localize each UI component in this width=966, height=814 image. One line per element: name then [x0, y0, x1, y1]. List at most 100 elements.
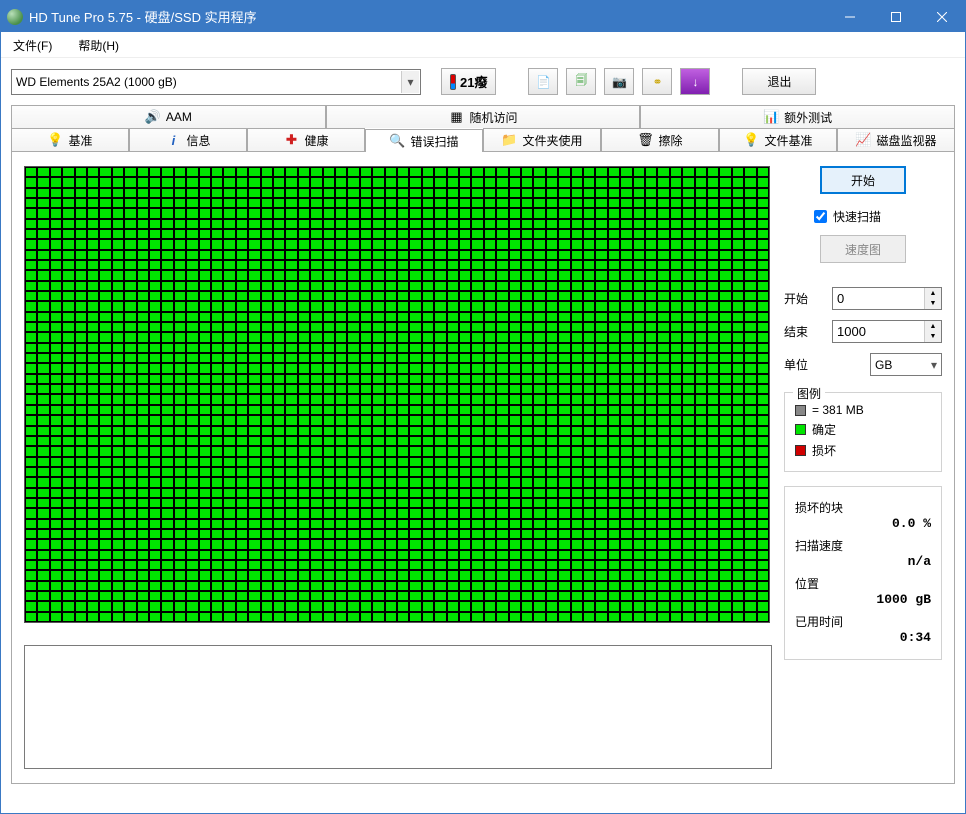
toolbar: WD Elements 25A2 (1000 gB) ▾ 21癈 📄 🗐 📷 ⚭…	[1, 57, 965, 105]
start-label: 开始	[784, 290, 824, 307]
copy-screenshot-button[interactable]: 🗐	[566, 68, 596, 95]
tab-aam[interactable]: 🔊 AAM	[11, 105, 326, 128]
spin-down[interactable]: ▼	[925, 332, 941, 343]
legend-block-size: = 381 MB	[812, 403, 864, 417]
drive-selected-text: WD Elements 25A2 (1000 gB)	[16, 75, 177, 89]
start-scan-button[interactable]: 开始	[820, 166, 906, 194]
unit-label: 单位	[784, 356, 824, 373]
legend-group: 图例 = 381 MB 确定 损坏	[784, 392, 942, 472]
legend-bad-icon	[795, 445, 806, 456]
tabs-row-1: 🔊 AAM ▦ 随机访问 📊 额外测试	[11, 105, 955, 128]
quick-scan-label: 快速扫描	[833, 208, 881, 225]
right-pane: 开始 快速扫描 速度图 开始 ▲▼ 结束	[784, 166, 942, 769]
menu-file[interactable]: 文件(F)	[9, 35, 56, 56]
scan-speed-label: 扫描速度	[795, 537, 931, 554]
menubar: 文件(F) 帮助(H)	[1, 32, 965, 57]
spin-down[interactable]: ▼	[925, 299, 941, 310]
app-icon	[7, 9, 23, 25]
monitor-icon: 📈	[855, 132, 871, 148]
scan-speed-value: n/a	[795, 554, 931, 569]
camera-icon: 📷	[612, 75, 627, 89]
tab-erase[interactable]: 🗑 擦除	[601, 128, 719, 151]
tab-label: 基准	[68, 132, 92, 149]
extra-icon: 📊	[763, 109, 779, 125]
minimize-button[interactable]	[827, 1, 873, 32]
health-icon: ✚	[283, 132, 299, 148]
tab-label: 信息	[186, 132, 210, 149]
random-icon: ▦	[449, 109, 465, 125]
legend-ok-icon	[795, 424, 806, 435]
quick-scan-checkbox[interactable]	[814, 210, 827, 223]
error-scan-panel: 开始 快速扫描 速度图 开始 ▲▼ 结束	[11, 151, 955, 784]
start-spinbox[interactable]: ▲▼	[832, 287, 942, 310]
tab-extra-tests[interactable]: 📊 额外测试	[640, 105, 955, 128]
block-grid	[24, 166, 770, 623]
window-title: HD Tune Pro 5.75 - 硬盘/SSD 实用程序	[29, 7, 827, 26]
speaker-icon: 🔊	[145, 109, 161, 125]
tab-file-benchmark[interactable]: 💡 文件基准	[719, 128, 837, 151]
tab-label: 擦除	[658, 132, 682, 149]
tab-label: 文件基准	[764, 132, 812, 149]
left-pane	[24, 166, 772, 769]
results-list[interactable]	[24, 645, 772, 769]
tab-label: 错误扫描	[410, 133, 458, 150]
end-label: 结束	[784, 323, 824, 340]
thermometer-icon	[450, 74, 456, 90]
tab-benchmark[interactable]: 💡 基准	[11, 128, 129, 151]
speed-map-button: 速度图	[820, 235, 906, 263]
position-value: 1000 gB	[795, 592, 931, 607]
tab-random-access[interactable]: ▦ 随机访问	[326, 105, 641, 128]
tab-error-scan[interactable]: 🔍 错误扫描	[365, 129, 483, 152]
end-input[interactable]	[833, 321, 924, 342]
spin-up[interactable]: ▲	[925, 288, 941, 299]
trash-icon: 🗑	[637, 132, 653, 148]
tab-info[interactable]: i 信息	[129, 128, 247, 151]
tab-label: AAM	[166, 110, 192, 124]
screenshot-button[interactable]: 📷	[604, 68, 634, 95]
tabs-row-2: 💡 基准 i 信息 ✚ 健康 🔍 错误扫描 📁 文件夹使用 🗑 擦除 💡 文件基…	[11, 128, 955, 151]
exit-button[interactable]: 退出	[742, 68, 816, 95]
window-buttons	[827, 1, 965, 32]
temperature-indicator[interactable]: 21癈	[441, 68, 496, 95]
temperature-value: 21癈	[460, 72, 487, 91]
link-icon: ⚭	[652, 75, 662, 89]
elapsed-label: 已用时间	[795, 613, 931, 630]
download-icon: ↓	[692, 75, 698, 89]
legend-ok-label: 确定	[812, 421, 836, 438]
bad-blocks-label: 损坏的块	[795, 499, 931, 516]
magnifier-icon: 🔍	[389, 133, 405, 149]
legend-title: 图例	[793, 385, 825, 402]
options-button[interactable]: ⚭	[642, 68, 672, 95]
stats-group: 损坏的块 0.0 % 扫描速度 n/a 位置 1000 gB 已用时间 0:34	[784, 486, 942, 660]
save-button[interactable]: ↓	[680, 68, 710, 95]
info-icon: i	[165, 132, 181, 148]
copy-info-button[interactable]: 📄	[528, 68, 558, 95]
drive-dropdown[interactable]: WD Elements 25A2 (1000 gB) ▾	[11, 69, 421, 95]
elapsed-value: 0:34	[795, 630, 931, 645]
end-spinbox[interactable]: ▲▼	[832, 320, 942, 343]
menu-help[interactable]: 帮助(H)	[74, 35, 123, 56]
copy-text-icon: 📄	[536, 75, 551, 89]
tab-label: 文件夹使用	[522, 132, 582, 149]
tab-label: 磁盘监视器	[876, 132, 936, 149]
spin-up[interactable]: ▲	[925, 321, 941, 332]
bad-blocks-value: 0.0 %	[795, 516, 931, 531]
close-button[interactable]	[919, 1, 965, 32]
maximize-button[interactable]	[873, 1, 919, 32]
copy-image-icon: 🗐	[575, 71, 587, 92]
tabs-container: 🔊 AAM ▦ 随机访问 📊 额外测试 💡 基准 i 信息 ✚ 健康 🔍 错误扫…	[11, 105, 955, 784]
unit-value: GB	[875, 358, 892, 372]
bulb-icon: 💡	[47, 132, 63, 148]
chevron-down-icon: ▾	[931, 358, 937, 372]
folder-icon: 📁	[501, 132, 517, 148]
legend-bad-label: 损坏	[812, 442, 836, 459]
unit-select[interactable]: GB ▾	[870, 353, 942, 376]
tab-health[interactable]: ✚ 健康	[247, 128, 365, 151]
tab-disk-monitor[interactable]: 📈 磁盘监视器	[837, 128, 955, 151]
position-label: 位置	[795, 575, 931, 592]
chevron-down-icon: ▾	[401, 71, 419, 93]
tab-folder-usage[interactable]: 📁 文件夹使用	[483, 128, 601, 151]
tab-label: 随机访问	[470, 109, 518, 126]
start-input[interactable]	[833, 288, 924, 309]
tab-label: 额外测试	[784, 109, 832, 126]
